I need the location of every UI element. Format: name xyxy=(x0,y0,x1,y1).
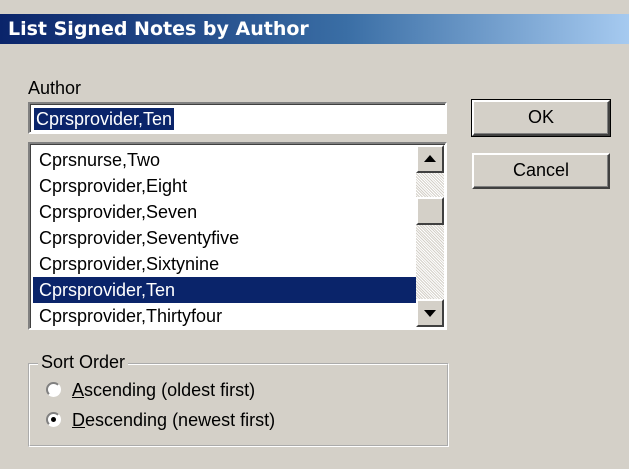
descending-label[interactable]: Descending (newest first) xyxy=(72,409,275,431)
dialog-title: List Signed Notes by Author xyxy=(8,18,309,40)
author-input-value[interactable]: Cprsprovider,Ten xyxy=(34,108,175,130)
scroll-thumb[interactable] xyxy=(416,197,444,225)
list-item[interactable]: Cprsprovider,Eight xyxy=(33,173,417,199)
sort-order-legend: Sort Order xyxy=(38,352,129,373)
list-item[interactable]: Cprsprovider,Seven xyxy=(33,199,417,225)
radio-checked-dot xyxy=(51,417,56,422)
cancel-button[interactable]: Cancel xyxy=(472,153,610,189)
ascending-label[interactable]: Ascending (oldest first) xyxy=(72,379,255,401)
sort-order-group: Sort Order Ascending (oldest first) Desc… xyxy=(28,352,449,447)
list-scrollbar[interactable] xyxy=(416,145,444,327)
author-input[interactable]: Cprsprovider,Ten xyxy=(28,102,447,134)
arrow-up-icon xyxy=(424,155,436,162)
list-item[interactable]: Cprsnurse,Two xyxy=(33,147,417,173)
author-list-items: Cprsnurse,Two Cprsprovider,Eight Cprspro… xyxy=(33,147,417,328)
list-item[interactable]: Cprsprovider,Thirtyfour xyxy=(33,303,417,328)
list-item[interactable]: Cprsprovider,Sixtynine xyxy=(33,251,417,277)
descending-radio[interactable] xyxy=(46,412,61,427)
list-signed-notes-dialog: List Signed Notes by Author Author Cprsp… xyxy=(0,0,629,469)
author-label: Author xyxy=(28,78,82,98)
scroll-up-button[interactable] xyxy=(416,145,444,173)
list-item[interactable]: Cprsprovider,Seventyfive xyxy=(33,225,417,251)
scroll-down-button[interactable] xyxy=(416,299,444,327)
arrow-down-icon xyxy=(424,310,436,317)
title-bar[interactable]: List Signed Notes by Author xyxy=(0,14,629,44)
author-listbox[interactable]: Cprsnurse,Two Cprsprovider,Eight Cprspro… xyxy=(28,142,447,330)
list-item-selected[interactable]: Cprsprovider,Ten xyxy=(33,277,417,303)
ok-button[interactable]: OK xyxy=(471,99,611,137)
ascending-radio[interactable] xyxy=(46,382,61,397)
